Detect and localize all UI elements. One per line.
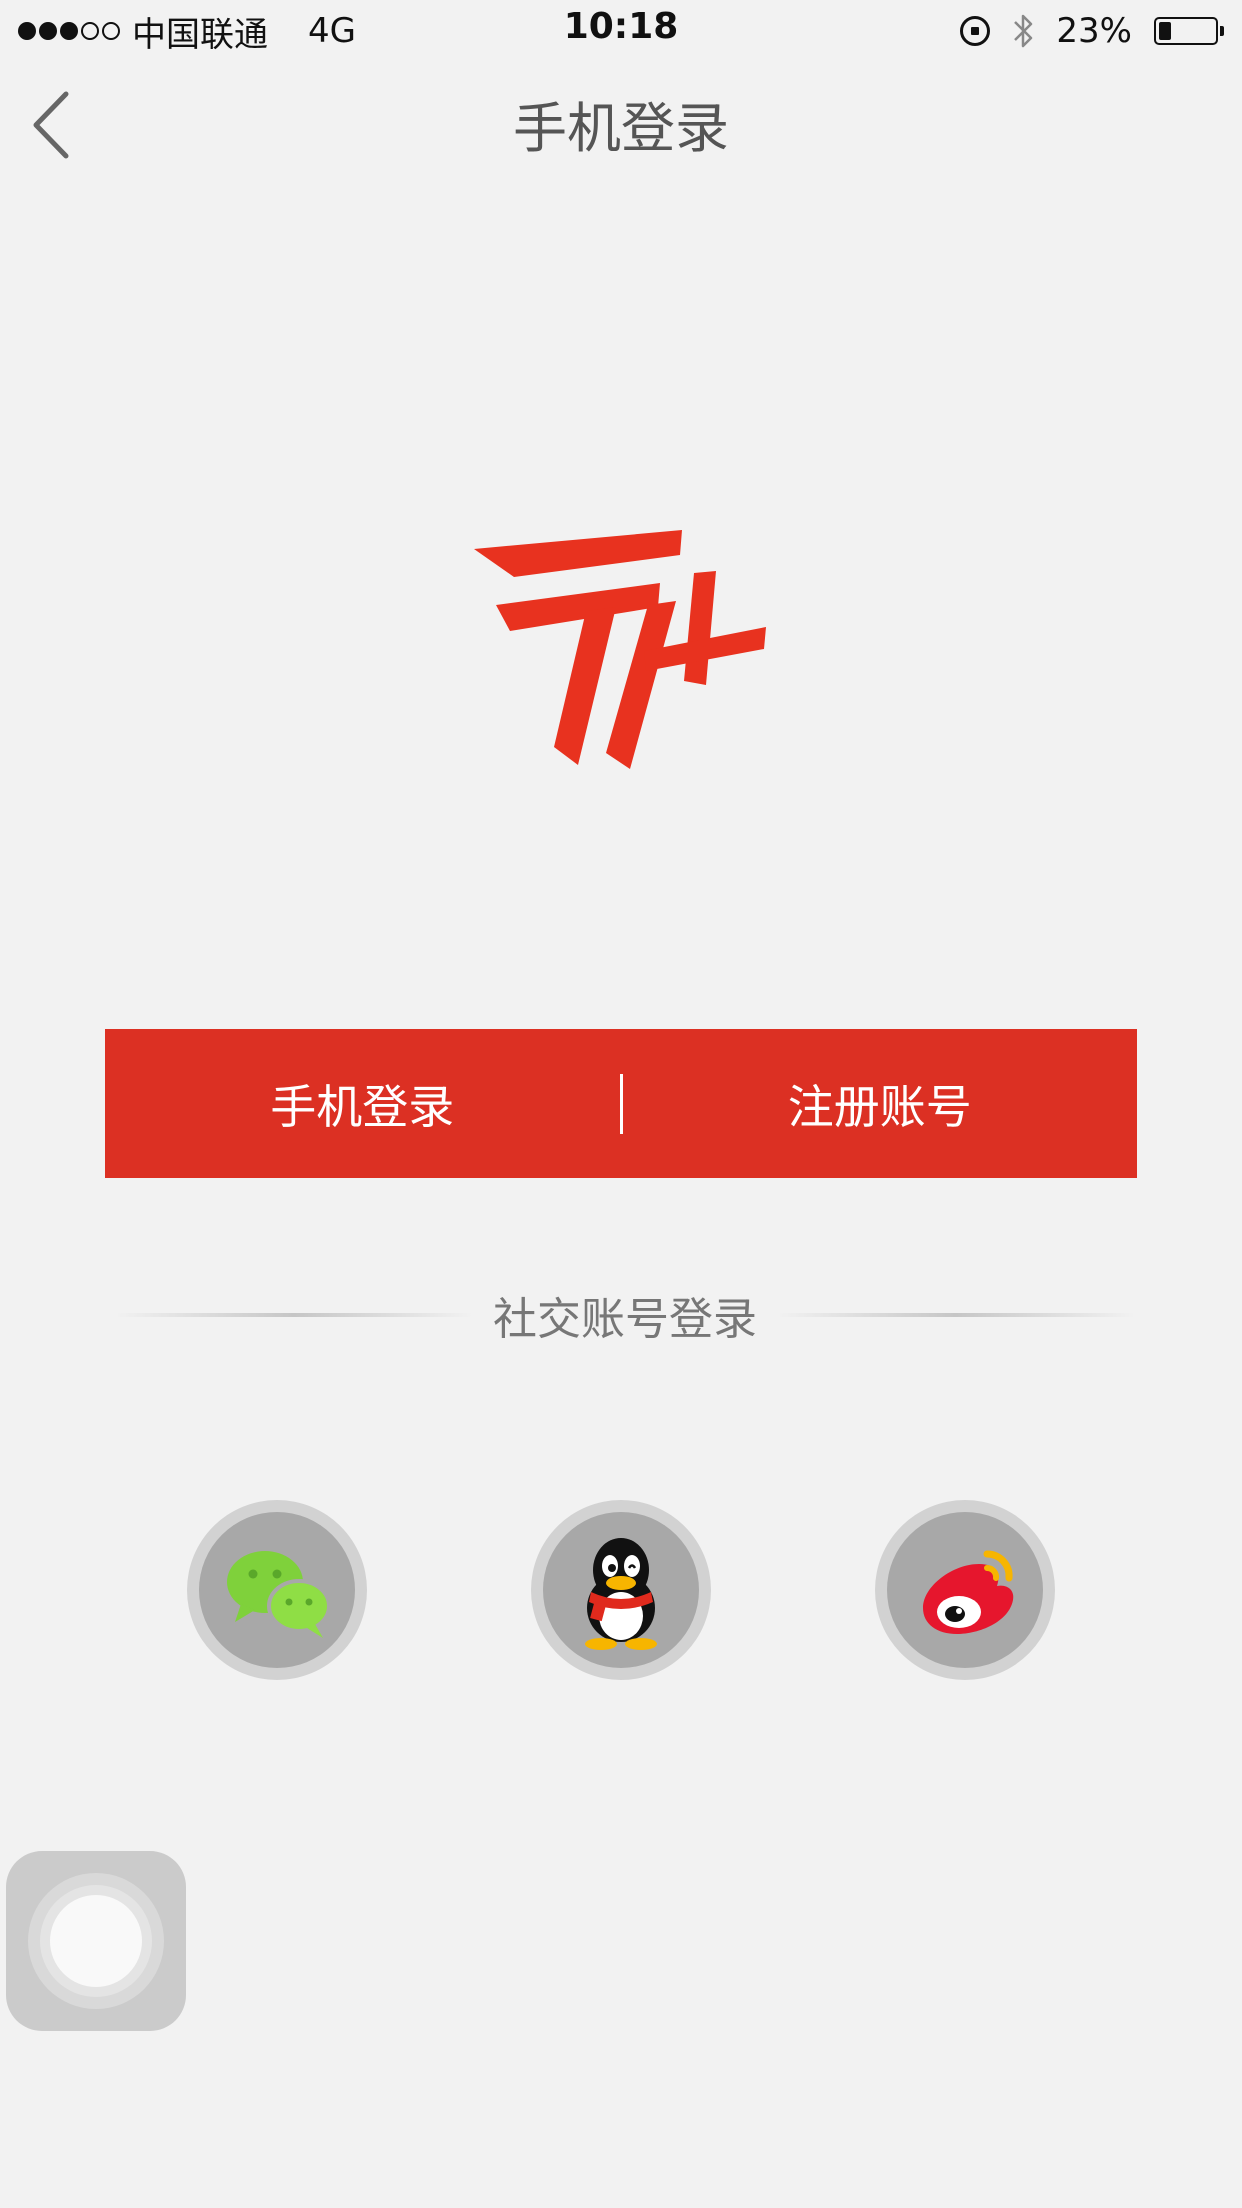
qq-login-button[interactable] (531, 1500, 711, 1680)
social-login-title: 社交账号登录 (493, 1294, 757, 1345)
divider-line (115, 1313, 473, 1317)
wechat-login-button[interactable] (187, 1500, 367, 1680)
social-login-header: 社交账号登录 (115, 1280, 1135, 1350)
phone-login-button[interactable]: 手机登录 (105, 1029, 620, 1178)
register-button[interactable]: 注册账号 (623, 1029, 1138, 1178)
status-bar: 中国联通 4G 10:18 23% (0, 0, 1242, 60)
assistive-touch-button[interactable] (6, 1851, 186, 2031)
page-title: 手机登录 (513, 97, 729, 160)
battery-percent: 23% (1056, 11, 1132, 51)
assistive-touch-center (50, 1895, 142, 1987)
qq-penguin-icon (585, 1538, 657, 1650)
weibo-login-button[interactable] (875, 1500, 1055, 1680)
bluetooth-icon (1014, 14, 1033, 48)
auth-action-bar: 手机登录 注册账号 (105, 1029, 1137, 1178)
status-right: 23% (960, 8, 1224, 54)
battery-level (1159, 22, 1172, 40)
battery-icon (1154, 17, 1224, 45)
divider-line (777, 1313, 1135, 1317)
wechat-icon (227, 1551, 331, 1638)
weibo-icon (923, 1550, 1014, 1634)
orientation-lock-icon (960, 16, 991, 46)
app-logo-icon (474, 530, 766, 769)
